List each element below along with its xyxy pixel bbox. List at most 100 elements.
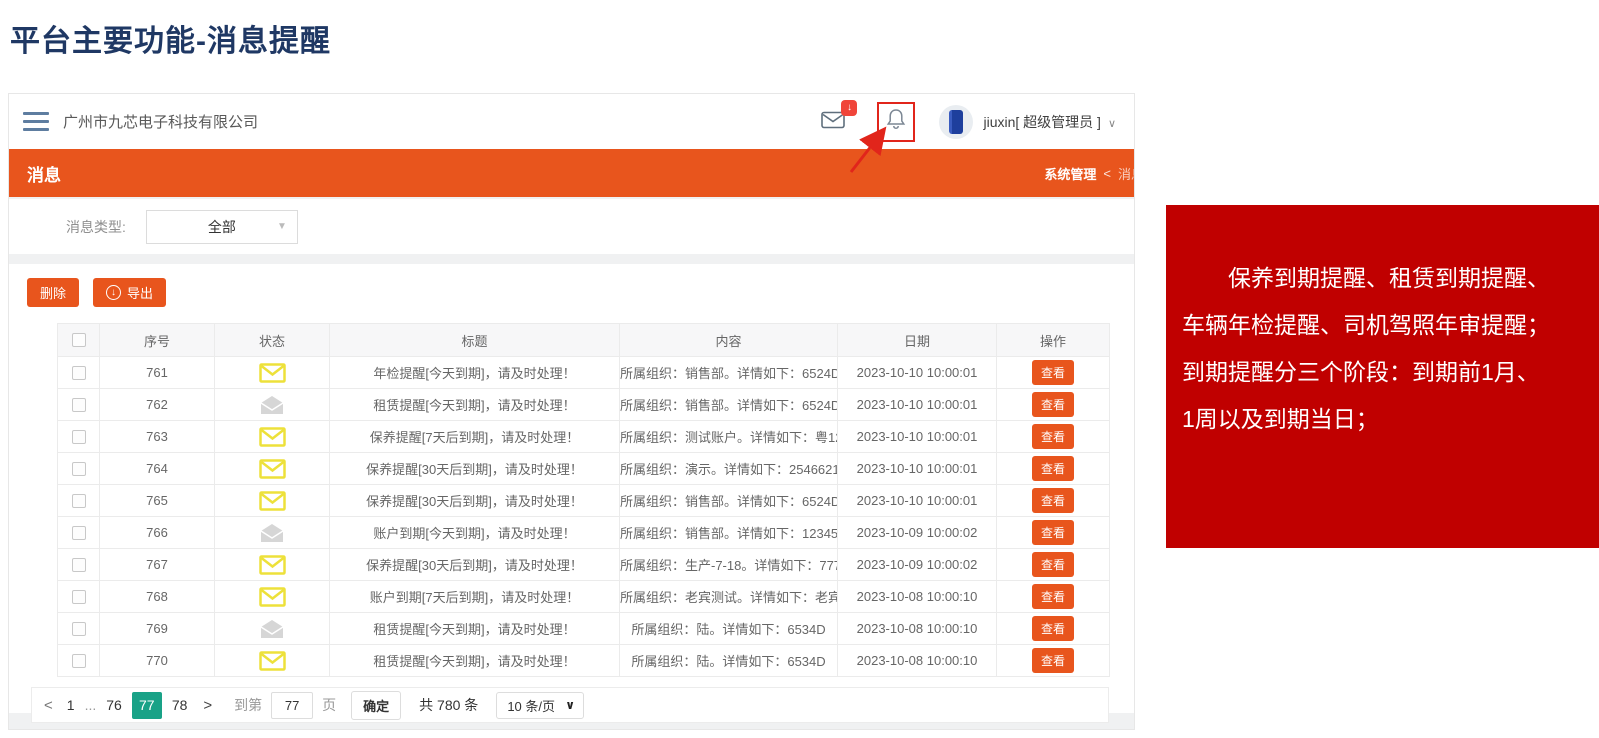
annotation-arrow-icon <box>847 126 889 174</box>
delete-button[interactable]: 删除 <box>27 278 79 307</box>
breadcrumb-current: 消息 <box>1118 164 1134 183</box>
column-content: 内容 <box>620 324 838 357</box>
view-button[interactable]: 查看 <box>1032 392 1074 417</box>
annotation-line: 保养到期提醒、租赁到期提醒、 <box>1182 255 1585 302</box>
view-button[interactable]: 查看 <box>1032 520 1074 545</box>
row-date: 2023-10-10 10:00:01 <box>838 421 997 453</box>
page-size-select[interactable]: 10 条/页 ∨ <box>496 692 584 719</box>
row-checkbox[interactable] <box>72 366 86 380</box>
avatar[interactable] <box>939 105 973 139</box>
status-unread-icon <box>259 587 286 607</box>
table-row: 770 租赁提醒[今天到期]，请及时处理！ 所属组织：陆。详情如下：6534D … <box>58 645 1110 677</box>
row-checkbox[interactable] <box>72 526 86 540</box>
row-content: 所属组织：老宾测试。详情如下：老宾 <box>620 581 838 613</box>
total-count-label: 共 780 条 <box>419 695 478 715</box>
prev-page-button[interactable]: < <box>44 697 53 714</box>
view-button[interactable]: 查看 <box>1032 360 1074 385</box>
row-date: 2023-10-08 10:00:10 <box>838 581 997 613</box>
view-button[interactable]: 查看 <box>1032 648 1074 673</box>
column-date: 日期 <box>838 324 997 357</box>
row-id: 767 <box>100 549 215 581</box>
row-content: 所属组织：销售部。详情如下：6524D <box>620 357 838 389</box>
page-ellipsis: ... <box>85 697 97 713</box>
message-badge: ↓ <box>841 100 857 116</box>
select-caret-icon: ▼ <box>277 221 287 232</box>
view-button[interactable]: 查看 <box>1032 552 1074 577</box>
top-navbar: 广州市九芯电子科技有限公司 ↓ jiuxin[ 超级管理员 ] ∨ <box>9 94 1134 149</box>
row-title: 保养提醒[7天后到期]，请及时处理！ <box>330 421 620 453</box>
page-button-76[interactable]: 76 <box>106 697 122 713</box>
column-action: 操作 <box>997 324 1110 357</box>
row-title: 租赁提醒[今天到期]，请及时处理！ <box>330 645 620 677</box>
avatar-image <box>949 110 963 134</box>
annotation-line: 车辆年检提醒、司机驾照年审提醒； <box>1182 302 1585 349</box>
row-date: 2023-10-09 10:00:02 <box>838 549 997 581</box>
row-checkbox[interactable] <box>72 462 86 476</box>
view-button[interactable]: 查看 <box>1032 584 1074 609</box>
breadcrumb-parent[interactable]: 系统管理 <box>1044 164 1096 183</box>
next-page-button[interactable]: > <box>203 697 212 714</box>
table-row: 768 账户到期[7天后到期]，请及时处理！ 所属组织：老宾测试。详情如下：老宾… <box>58 581 1110 613</box>
message-table: 序号 状态 标题 内容 日期 操作 761 年检提醒[今天到期]，请及时处理！ … <box>57 323 1110 677</box>
row-date: 2023-10-10 10:00:01 <box>838 389 997 421</box>
view-button[interactable]: 查看 <box>1032 424 1074 449</box>
view-button[interactable]: 查看 <box>1032 456 1074 481</box>
status-unread-icon <box>259 491 286 511</box>
mail-icon <box>821 117 847 134</box>
export-label: 导出 <box>127 283 153 302</box>
row-date: 2023-10-10 10:00:01 <box>838 485 997 517</box>
user-menu[interactable]: jiuxin[ 超级管理员 ] ∨ <box>983 112 1116 132</box>
row-title: 年检提醒[今天到期]，请及时处理！ <box>330 357 620 389</box>
navbar-right: ↓ jiuxin[ 超级管理员 ] ∨ <box>821 102 1116 142</box>
annotation-note: 保养到期提醒、租赁到期提醒、 车辆年检提醒、司机驾照年审提醒； 到期提醒分三个阶… <box>1166 205 1599 548</box>
column-id: 序号 <box>100 324 215 357</box>
row-date: 2023-10-09 10:00:02 <box>838 517 997 549</box>
breadcrumb: 系统管理 < 消息 <box>1044 149 1134 197</box>
page-button-1[interactable]: 1 <box>67 697 75 713</box>
annotation-line: 到期提醒分三个阶段：到期前1月、 <box>1182 349 1585 396</box>
annotation-line: 1周以及到期当日； <box>1182 396 1585 443</box>
mail-button[interactable]: ↓ <box>821 109 847 135</box>
banner-title: 消息 <box>27 161 61 186</box>
status-unread-icon <box>259 459 286 479</box>
pagination-bar: < 1 ... 76 77 78 > 到第 页 确定 共 780 条 10 条/… <box>31 687 1109 723</box>
page-button-77-active[interactable]: 77 <box>132 692 162 719</box>
breadcrumb-separator: < <box>1103 166 1111 181</box>
row-checkbox[interactable] <box>72 590 86 604</box>
user-name: jiuxin[ 超级管理员 ] <box>983 114 1100 130</box>
row-checkbox[interactable] <box>72 654 86 668</box>
bell-icon[interactable] <box>886 108 906 135</box>
row-content: 所属组织：销售部。详情如下：6524D <box>620 485 838 517</box>
table-row: 765 保养提醒[30天后到期]，请及时处理！ 所属组织：销售部。详情如下：65… <box>58 485 1110 517</box>
row-id: 766 <box>100 517 215 549</box>
view-button[interactable]: 查看 <box>1032 616 1074 641</box>
row-checkbox[interactable] <box>72 494 86 508</box>
row-title: 账户到期[今天到期]，请及时处理！ <box>330 517 620 549</box>
download-icon: ↓ <box>106 285 121 300</box>
select-all-checkbox[interactable] <box>72 333 86 347</box>
export-button[interactable]: ↓ 导出 <box>93 278 166 307</box>
menu-icon[interactable] <box>23 112 49 131</box>
message-type-label: 消息类型: <box>66 217 126 237</box>
row-checkbox[interactable] <box>72 558 86 572</box>
row-checkbox[interactable] <box>72 430 86 444</box>
message-type-select[interactable]: 全部 ▼ <box>146 210 298 244</box>
company-name: 广州市九芯电子科技有限公司 <box>63 111 258 132</box>
view-button[interactable]: 查看 <box>1032 488 1074 513</box>
toolbar: 删除 ↓ 导出 <box>19 278 1134 307</box>
row-title: 保养提醒[30天后到期]，请及时处理！ <box>330 549 620 581</box>
row-date: 2023-10-08 10:00:10 <box>838 645 997 677</box>
page-button-78[interactable]: 78 <box>172 697 188 713</box>
page-title: 平台主要功能-消息提醒 <box>10 16 331 60</box>
table-row: 766 账户到期[今天到期]，请及时处理！ 所属组织：销售部。详情如下：1234… <box>58 517 1110 549</box>
message-type-value: 全部 <box>208 217 236 237</box>
goto-page-input[interactable] <box>271 692 313 719</box>
row-checkbox[interactable] <box>72 398 86 412</box>
row-checkbox[interactable] <box>72 622 86 636</box>
row-content: 所属组织：测试账户。详情如下：粤1225544,粤45442221 <box>620 421 838 453</box>
chevron-down-icon: ∨ <box>1108 118 1116 130</box>
confirm-button[interactable]: 确定 <box>351 691 401 720</box>
content-card: 删除 ↓ 导出 序号 状态 标题 内容 日期 操作 <box>9 264 1134 713</box>
row-date: 2023-10-10 10:00:01 <box>838 453 997 485</box>
table-header-row: 序号 状态 标题 内容 日期 操作 <box>58 324 1110 357</box>
